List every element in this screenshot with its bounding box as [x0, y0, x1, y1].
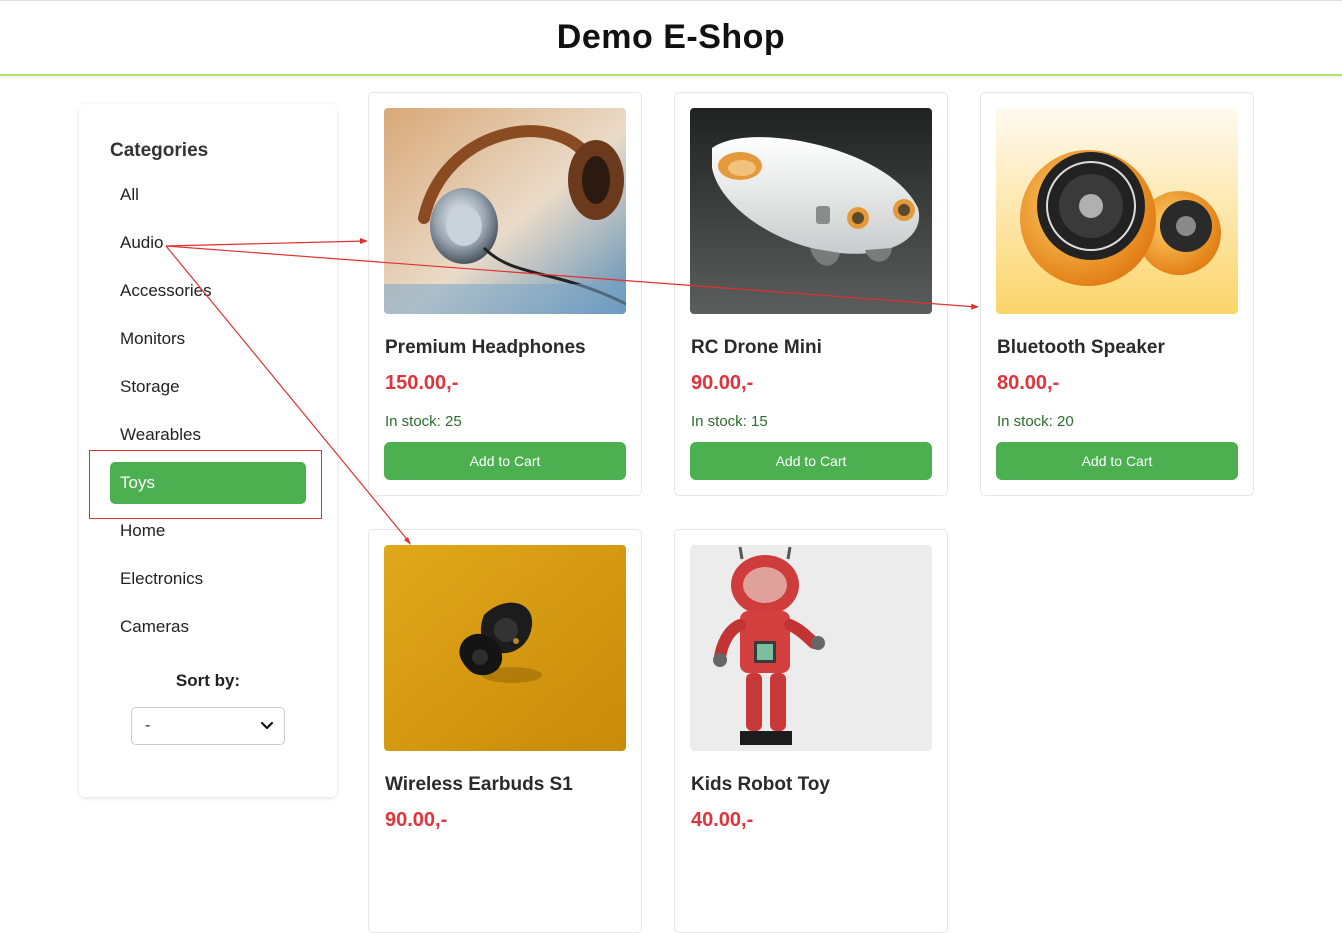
- product-price: 80.00,-: [997, 372, 1060, 394]
- robot-image: [690, 545, 932, 751]
- product-card: Wireless Earbuds S1 90.00,-: [368, 529, 642, 933]
- chevron-down-icon: [260, 721, 274, 730]
- annotation-highlight-box: [89, 450, 322, 519]
- product-price: 90.00,-: [691, 372, 754, 394]
- category-item-all[interactable]: All: [110, 174, 306, 216]
- page-header: Demo E-Shop: [0, 0, 1342, 76]
- category-item-storage[interactable]: Storage: [110, 366, 306, 408]
- product-price: 90.00,-: [385, 809, 448, 831]
- sort-by-label: Sort by:: [175, 671, 241, 690]
- category-item-accessories[interactable]: Accessories: [110, 270, 306, 312]
- category-item-monitors[interactable]: Monitors: [110, 318, 306, 360]
- earbuds-image: [384, 545, 626, 751]
- product-image-earbuds[interactable]: [384, 545, 626, 751]
- product-card: Premium Headphones 150.00,- In stock: 25…: [368, 92, 642, 496]
- sort-select-value: -: [145, 717, 151, 734]
- category-item-cameras[interactable]: Cameras: [110, 606, 306, 648]
- arrowhead-icon: [360, 238, 368, 244]
- category-list: All Audio Accessories Monitors Storage W…: [110, 174, 306, 654]
- page-title: Demo E-Shop: [556, 18, 786, 56]
- product-name: Premium Headphones: [385, 337, 586, 358]
- headphones-image: [384, 108, 626, 314]
- product-stock: In stock: 25: [385, 413, 462, 430]
- product-image-robot[interactable]: [690, 545, 932, 751]
- product-card: Bluetooth Speaker 80.00,- In stock: 20 A…: [980, 92, 1254, 496]
- arrowhead-icon: [971, 303, 979, 310]
- product-image-drone[interactable]: [690, 108, 932, 314]
- product-name: Kids Robot Toy: [691, 774, 830, 795]
- add-to-cart-button[interactable]: Add to Cart: [996, 442, 1238, 480]
- drone-image: [690, 108, 932, 314]
- categories-heading: Categories: [110, 140, 209, 161]
- product-card: Kids Robot Toy 40.00,-: [674, 529, 948, 933]
- category-item-electronics[interactable]: Electronics: [110, 558, 306, 600]
- product-image-headphones[interactable]: [384, 108, 626, 314]
- product-price: 40.00,-: [691, 809, 754, 831]
- product-name: RC Drone Mini: [691, 337, 822, 358]
- add-to-cart-button[interactable]: Add to Cart: [690, 442, 932, 480]
- product-stock: In stock: 20: [997, 413, 1074, 430]
- product-price: 150.00,-: [385, 372, 459, 394]
- speaker-image: [996, 108, 1238, 314]
- sort-select[interactable]: -: [131, 707, 285, 745]
- category-item-audio[interactable]: Audio: [110, 222, 306, 264]
- product-name: Wireless Earbuds S1: [385, 774, 573, 795]
- product-card: RC Drone Mini 90.00,- In stock: 15 Add t…: [674, 92, 948, 496]
- product-stock: In stock: 15: [691, 413, 768, 430]
- product-name: Bluetooth Speaker: [997, 337, 1165, 358]
- add-to-cart-button[interactable]: Add to Cart: [384, 442, 626, 480]
- product-image-speaker[interactable]: [996, 108, 1238, 314]
